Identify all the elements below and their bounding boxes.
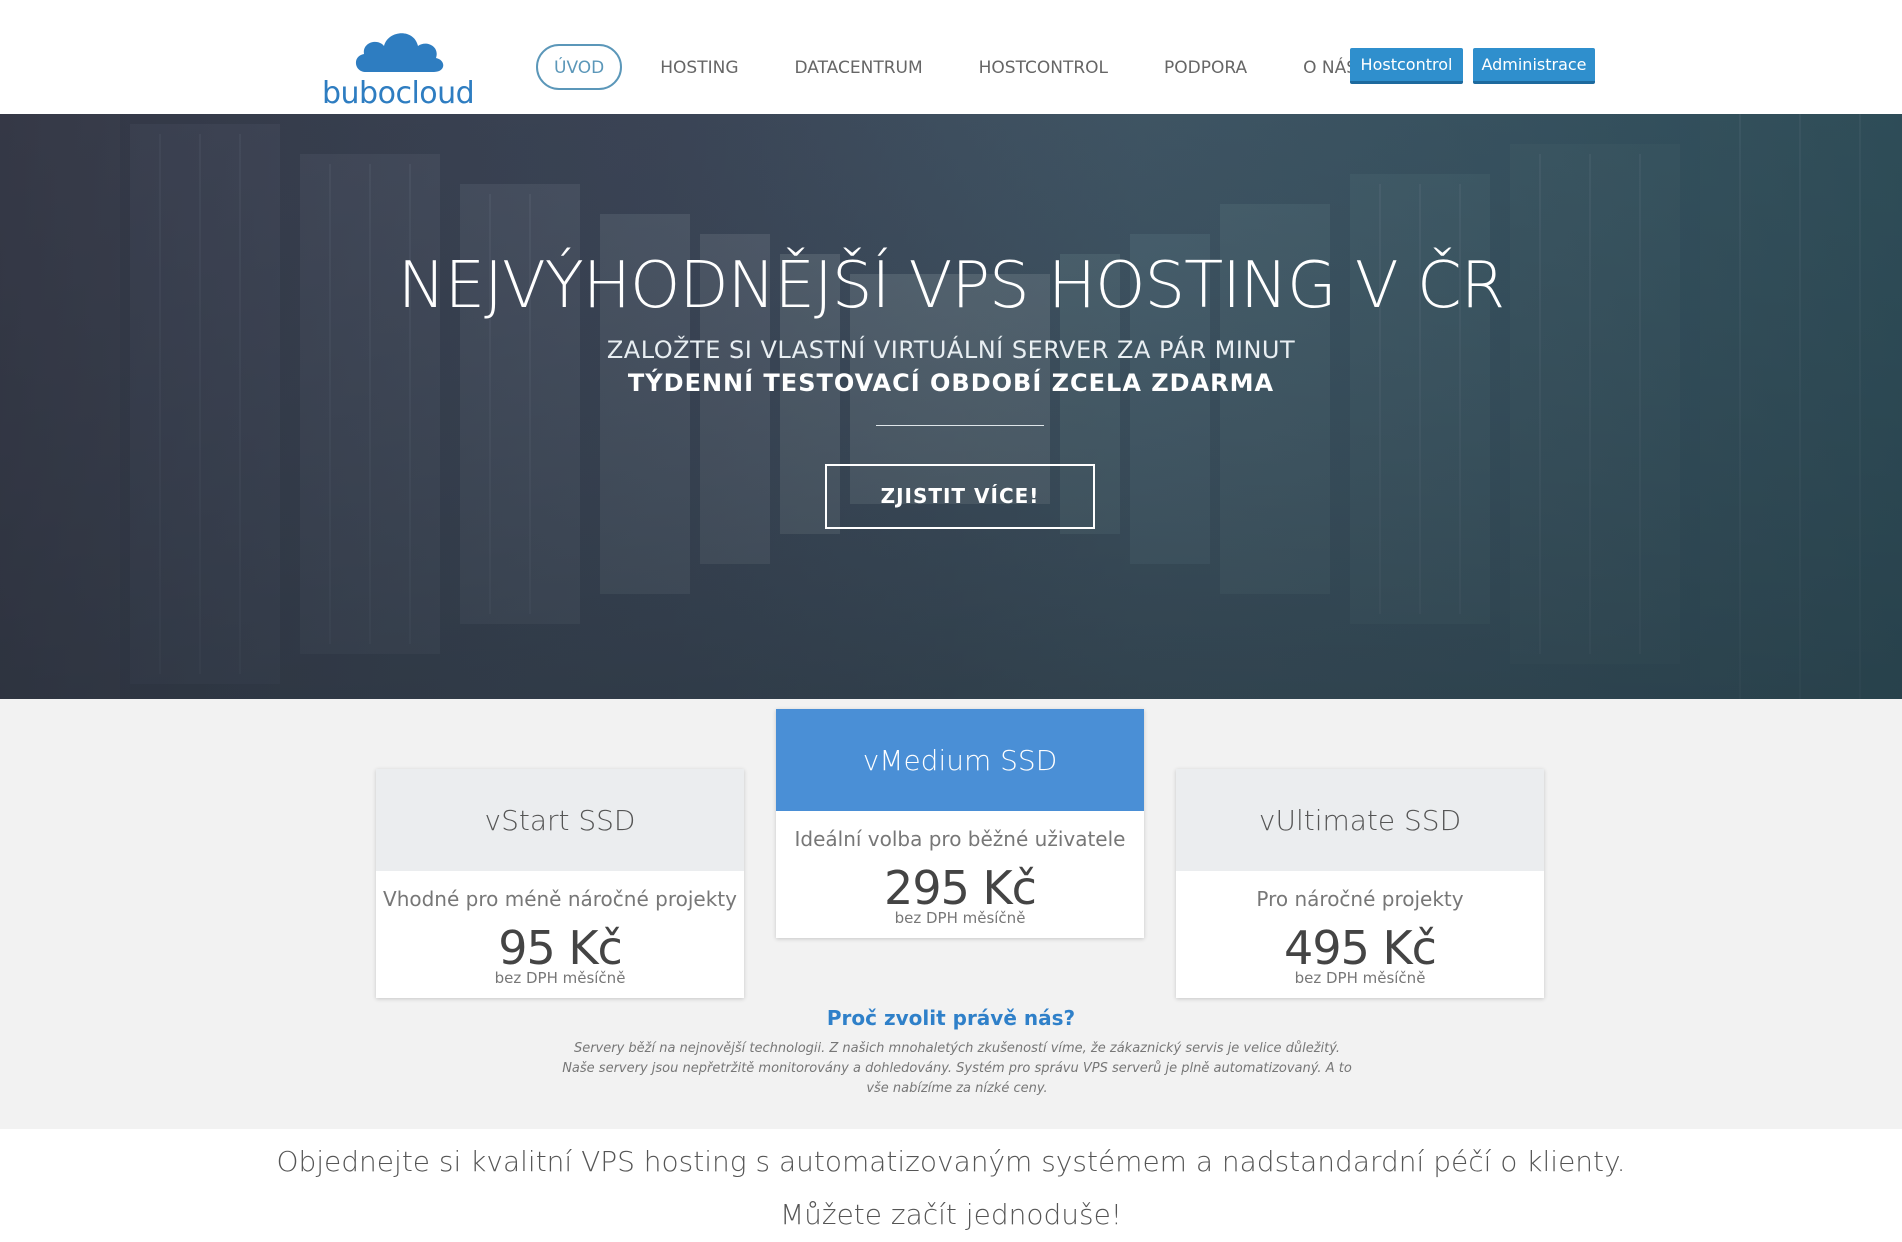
- plan-card-vstart[interactable]: vStart SSD Vhodné pro méně náročné proje…: [376, 769, 744, 998]
- logo[interactable]: bubocloud: [322, 26, 482, 111]
- nav-item-podpora[interactable]: Podpora: [1146, 44, 1265, 90]
- why-us-text: Servery běží na nejnovější technologii. …: [562, 1041, 1352, 1096]
- hero-subtitle-bold: TÝDENNÍ TESTOVACÍ OBDOBÍ ZCELA ZDARMA: [627, 369, 1275, 397]
- plan-name: vUltimate SSD: [1176, 769, 1544, 871]
- plan-name: vMedium SSD: [776, 709, 1144, 811]
- plan-description: Pro náročné projekty: [1256, 887, 1464, 911]
- hostcontrol-button[interactable]: Hostcontrol: [1350, 48, 1463, 84]
- main-nav: Úvod Hosting Datacentrum Hostcontrol Pod…: [536, 44, 1395, 90]
- cloud-icon: [355, 33, 444, 72]
- plan-description: Ideální volba pro běžné uživatele: [794, 827, 1126, 851]
- hero-banner: NEJVÝHODNĚJŠÍ VPS HOSTING V ČR ZALOŽTE S…: [0, 114, 1902, 699]
- learn-more-button[interactable]: ZJISTIT VÍCE!: [825, 464, 1095, 529]
- nav-item-hostcontrol[interactable]: Hostcontrol: [961, 44, 1126, 90]
- plan-price: 495 Kč: [1284, 921, 1437, 975]
- plan-name: vStart SSD: [376, 769, 744, 871]
- start-tagline: Můžete začít jednoduše!: [779, 1198, 1123, 1231]
- hero-title: NEJVÝHODNĚJŠÍ VPS HOSTING V ČR: [397, 249, 1505, 323]
- plan-card-vmedium[interactable]: vMedium SSD Ideální volba pro běžné uživ…: [776, 709, 1144, 938]
- nav-item-datacentrum[interactable]: Datacentrum: [777, 44, 941, 90]
- nav-item-uvod[interactable]: Úvod: [536, 44, 623, 90]
- plan-description: Vhodné pro méně náročné projekty: [383, 887, 737, 911]
- plan-card-vultimate[interactable]: vUltimate SSD Pro náročné projekty 495 K…: [1176, 769, 1544, 998]
- pricing-section: vStart SSD Vhodné pro méně náročné proje…: [0, 699, 1902, 1129]
- order-tagline: Objednejte si kvalitní VPS hosting s aut…: [276, 1145, 1626, 1178]
- datacenter-background: [0, 114, 1902, 699]
- plan-price: 295 Kč: [884, 861, 1037, 915]
- why-us-title[interactable]: Proč zvolit právě nás?: [0, 1006, 1902, 1030]
- nav-item-hosting[interactable]: Hosting: [642, 44, 756, 90]
- logo-text: bubocloud: [322, 76, 475, 111]
- administrace-button[interactable]: Administrace: [1473, 48, 1595, 84]
- site-header: bubocloud Úvod Hosting Datacentrum Hostc…: [0, 0, 1902, 114]
- plan-price-note: bez DPH měsíčně: [1294, 969, 1426, 987]
- hero-subtitle: ZALOŽTE SI VLASTNÍ VIRTUÁLNÍ SERVER ZA P…: [606, 336, 1296, 364]
- plan-price-note: bez DPH měsíčně: [494, 969, 626, 987]
- plan-price: 95 Kč: [498, 921, 623, 975]
- plan-price-note: bez DPH měsíčně: [894, 909, 1026, 927]
- hero-divider: [876, 425, 1044, 426]
